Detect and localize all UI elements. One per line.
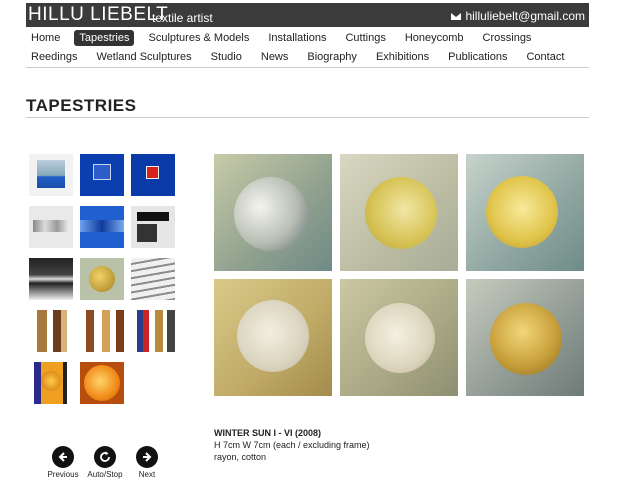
previous-label[interactable]: Previous <box>40 470 86 479</box>
nav-honeycomb[interactable]: Honeycomb <box>400 30 469 46</box>
next-button[interactable]: Next <box>124 446 170 479</box>
site-header: HILLU LIEBELT textile artist hilluliebel… <box>26 3 589 27</box>
thumbnail[interactable] <box>80 206 124 248</box>
nav-biography[interactable]: Biography <box>302 49 362 65</box>
nav-installations[interactable]: Installations <box>263 30 331 46</box>
nav-contact[interactable]: Contact <box>521 49 569 65</box>
autostop-button[interactable]: Auto/Stop <box>82 446 128 479</box>
thumbnail[interactable] <box>29 154 73 196</box>
artwork-image[interactable] <box>340 154 458 271</box>
artwork-image[interactable] <box>214 154 332 271</box>
slideshow-controls: Previous Auto/Stop Next <box>44 446 184 486</box>
nav-exhibitions[interactable]: Exhibitions <box>371 49 434 65</box>
site-tagline: textile artist <box>152 11 213 25</box>
main-nav-row-2: Reedings Wetland Sculptures Studio News … <box>26 49 578 65</box>
refresh-icon[interactable] <box>94 446 116 468</box>
page-title: TAPESTRIES <box>26 96 137 115</box>
thumbnail[interactable] <box>29 362 73 404</box>
artwork-image[interactable] <box>466 279 584 396</box>
nav-sculptures-models[interactable]: Sculptures & Models <box>143 30 254 46</box>
artwork-material: rayon, cotton <box>214 452 267 462</box>
autostop-label[interactable]: Auto/Stop <box>82 470 128 479</box>
thumbnail[interactable] <box>131 310 175 352</box>
thumbnail[interactable] <box>131 206 175 248</box>
mail-icon <box>451 12 462 20</box>
thumbnail[interactable] <box>29 258 73 300</box>
thumbnail[interactable] <box>29 206 73 248</box>
nav-crossings[interactable]: Crossings <box>478 30 537 46</box>
thumbnail[interactable] <box>80 154 124 196</box>
nav-news[interactable]: News <box>256 49 294 65</box>
thumbnail[interactable] <box>131 258 175 300</box>
next-label[interactable]: Next <box>124 470 170 479</box>
artwork-image[interactable] <box>340 279 458 396</box>
arrow-left-icon[interactable] <box>52 446 74 468</box>
email-text[interactable]: hilluliebelt@gmail.com <box>465 9 585 23</box>
thumbnail[interactable] <box>80 362 124 404</box>
nav-publications[interactable]: Publications <box>443 49 512 65</box>
main-nav-row-1: Home Tapestries Sculptures & Models Inst… <box>26 30 545 46</box>
thumbnail[interactable] <box>80 258 124 300</box>
artwork-image[interactable] <box>214 279 332 396</box>
nav-wetland-sculptures[interactable]: Wetland Sculptures <box>91 49 196 65</box>
nav-reedings[interactable]: Reedings <box>26 49 82 65</box>
arrow-right-icon[interactable] <box>136 446 158 468</box>
thumbnail[interactable] <box>80 310 124 352</box>
previous-button[interactable]: Previous <box>40 446 86 479</box>
email-link[interactable]: hilluliebelt@gmail.com <box>451 9 585 23</box>
site-brand[interactable]: HILLU LIEBELT <box>28 4 168 26</box>
artwork-image[interactable] <box>466 154 584 271</box>
nav-divider <box>26 67 589 68</box>
title-divider <box>26 117 589 118</box>
nav-tapestries[interactable]: Tapestries <box>74 30 135 46</box>
artwork-dimensions: H 7cm W 7cm (each / excluding frame) <box>214 440 370 450</box>
nav-studio[interactable]: Studio <box>206 49 247 65</box>
nav-cuttings[interactable]: Cuttings <box>340 30 390 46</box>
thumbnail[interactable] <box>29 310 73 352</box>
nav-home[interactable]: Home <box>26 30 65 46</box>
artwork-title: WINTER SUN I - VI (2008) <box>214 428 322 438</box>
thumbnail[interactable] <box>131 154 175 196</box>
artwork-caption: WINTER SUN I - VI (2008) H 7cm W 7cm (ea… <box>214 427 370 463</box>
